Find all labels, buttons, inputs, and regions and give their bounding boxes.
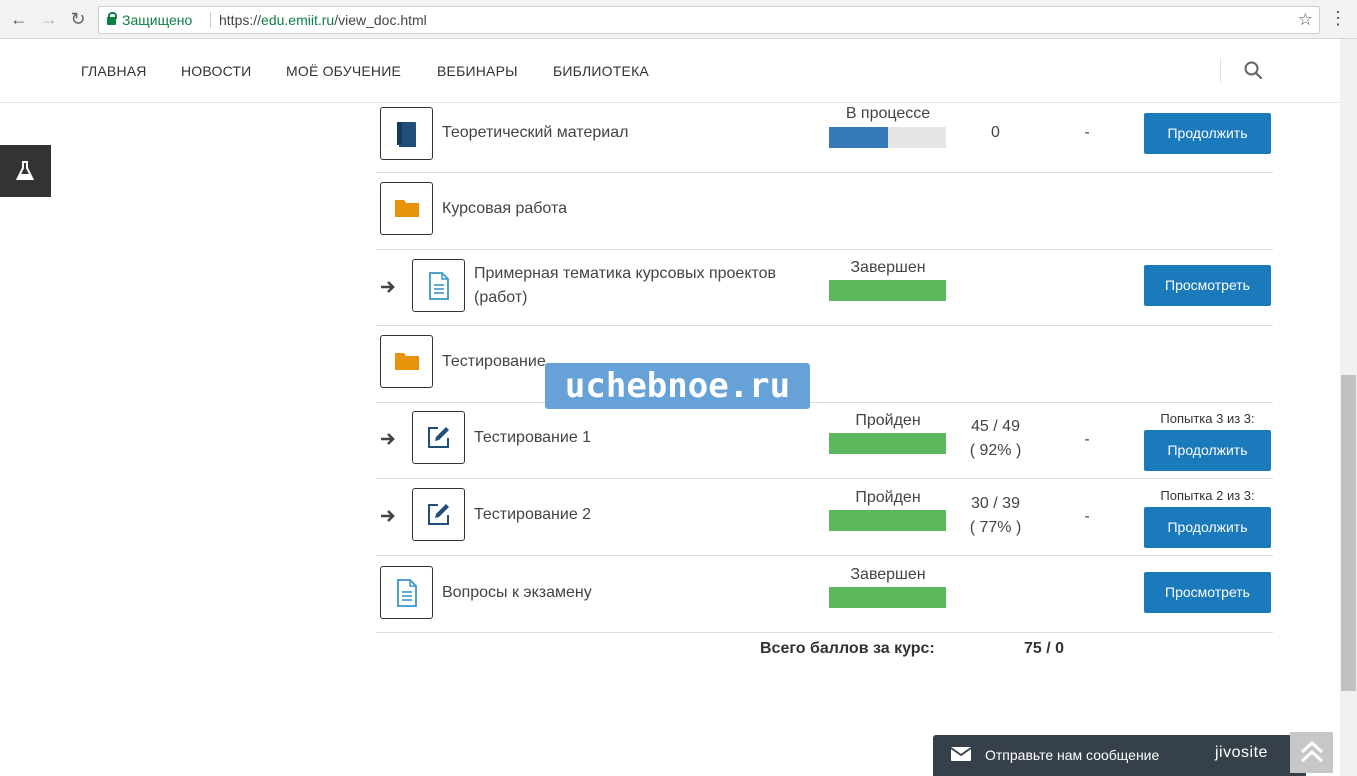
list-item: Теоретический материал В процессе 0 - Пр…: [376, 96, 1273, 173]
url-scheme: https://: [219, 12, 262, 28]
nav-news[interactable]: НОВОСТИ: [181, 63, 251, 79]
progress-fill: [829, 510, 946, 531]
browser-toolbar: ← → ↻ Защищено https://edu.emiit.ru/view…: [0, 0, 1357, 39]
status-label: Пройден: [855, 412, 921, 429]
scroll-top-button[interactable]: [1290, 732, 1333, 773]
url-path: /view_doc.html: [334, 12, 427, 28]
status-label: Завершен: [850, 566, 926, 583]
progress-bar: [829, 280, 946, 301]
folder-icon: [380, 182, 433, 235]
list-item: Курсовая работа: [376, 173, 1273, 250]
lock-icon: [107, 12, 117, 25]
book-icon: [380, 107, 433, 160]
progress-bar: [829, 587, 946, 608]
list-item: Тестирование 2 Пройден 30 / 39 ( 77% ) -…: [376, 479, 1273, 556]
document-icon: [380, 566, 433, 619]
progress-fill: [829, 127, 888, 148]
progress-bar: [829, 433, 946, 454]
side-lab-tab[interactable]: [0, 145, 51, 197]
row-title[interactable]: Примерная тематика курсовых проектов: [474, 262, 776, 286]
scrollbar-thumb[interactable]: [1341, 375, 1356, 691]
secure-indicator[interactable]: Защищено: [107, 7, 192, 33]
list-item: Вопросы к экзамену Завершен Просмотреть: [376, 556, 1273, 633]
forward-icon[interactable]: →: [38, 8, 60, 30]
row-title[interactable]: Тестирование: [442, 350, 546, 374]
continue-button[interactable]: Продолжить: [1144, 430, 1271, 471]
chat-brand-logo: jivosite: [1215, 744, 1268, 761]
row-title[interactable]: Тестирование 2: [474, 503, 591, 527]
document-icon: [412, 259, 465, 312]
progress-fill: [829, 280, 946, 301]
secure-label: Защищено: [122, 12, 193, 28]
row-title-line2[interactable]: (работ): [474, 286, 528, 310]
score-percent: ( 77% ): [969, 519, 1022, 536]
url-host: edu.emiit.ru: [261, 12, 335, 28]
total-score-label: Всего баллов за курс:: [760, 640, 935, 657]
status-label: В процессе: [845, 105, 931, 122]
watermark: uchebnoe.ru: [545, 363, 810, 409]
search-icon[interactable]: [1244, 61, 1262, 79]
chat-prompt[interactable]: Отправьте нам сообщение: [985, 747, 1159, 763]
arrow-right-icon: [381, 510, 395, 522]
row-title[interactable]: Курсовая работа: [442, 197, 567, 221]
status-label: Пройден: [855, 489, 921, 506]
dash: -: [1084, 124, 1090, 141]
arrow-right-icon: [381, 433, 395, 445]
nav-webinars[interactable]: ВЕБИНАРЫ: [437, 63, 518, 79]
view-button[interactable]: Просмотреть: [1144, 572, 1271, 613]
status-label: Завершен: [850, 259, 926, 276]
score: 0: [991, 124, 1000, 141]
view-button[interactable]: Просмотреть: [1144, 265, 1271, 306]
browser-menu-icon[interactable]: ⋮: [1329, 8, 1347, 29]
nav-my-learning[interactable]: МОЁ ОБУЧЕНИЕ: [286, 63, 401, 79]
progress-fill: [829, 587, 946, 608]
attempt-counter: Попытка 3 из 3:: [1160, 411, 1255, 426]
row-title[interactable]: Вопросы к экзамену: [442, 581, 592, 605]
back-icon[interactable]: ←: [8, 8, 30, 30]
progress-bar: [829, 127, 946, 148]
url-separator: [210, 12, 211, 28]
dash: -: [1084, 431, 1090, 448]
nav-divider: [1220, 59, 1221, 83]
list-item: Тестирование 1 Пройден 45 / 49 ( 92% ) -…: [376, 402, 1273, 479]
bookmark-star-icon[interactable]: ☆: [1298, 7, 1313, 33]
attempt-counter: Попытка 2 из 3:: [1160, 488, 1255, 503]
double-chevron-up-icon: [1300, 740, 1324, 763]
folder-icon: [380, 335, 433, 388]
dash: -: [1084, 508, 1090, 525]
address-bar[interactable]: Защищено https://edu.emiit.ru/view_doc.h…: [98, 6, 1320, 34]
continue-button[interactable]: Продолжить: [1144, 113, 1271, 154]
progress-bar: [829, 510, 946, 531]
nav-home[interactable]: ГЛАВНАЯ: [81, 63, 147, 79]
total-score-value: 75 / 0: [1024, 640, 1065, 657]
list-item: Тестирование: [376, 326, 1273, 403]
envelope-icon: [951, 747, 971, 761]
edit-icon: [412, 488, 465, 541]
row-title[interactable]: Теоретический материал: [442, 121, 628, 145]
score-percent: ( 92% ): [969, 442, 1022, 459]
edit-icon: [412, 411, 465, 464]
chat-widget[interactable]: Отправьте нам сообщение jivosite: [933, 735, 1306, 776]
list-item: Примерная тематика курсовых проектов (ра…: [376, 249, 1273, 326]
row-title[interactable]: Тестирование 1: [474, 426, 591, 450]
score: 45 / 49: [971, 418, 1020, 435]
site-header: ГЛАВНАЯ НОВОСТИ МОЁ ОБУЧЕНИЕ ВЕБИНАРЫ БИ…: [0, 39, 1340, 103]
score: 30 / 39: [971, 495, 1020, 512]
url-text[interactable]: https://edu.emiit.ru/view_doc.html: [219, 7, 427, 33]
arrow-right-icon: [381, 281, 395, 293]
progress-fill: [829, 433, 946, 454]
nav-library[interactable]: БИБЛИОТЕКА: [553, 63, 649, 79]
reload-icon[interactable]: ↻: [67, 8, 89, 30]
flask-icon: [16, 161, 34, 180]
continue-button[interactable]: Продолжить: [1144, 507, 1271, 548]
